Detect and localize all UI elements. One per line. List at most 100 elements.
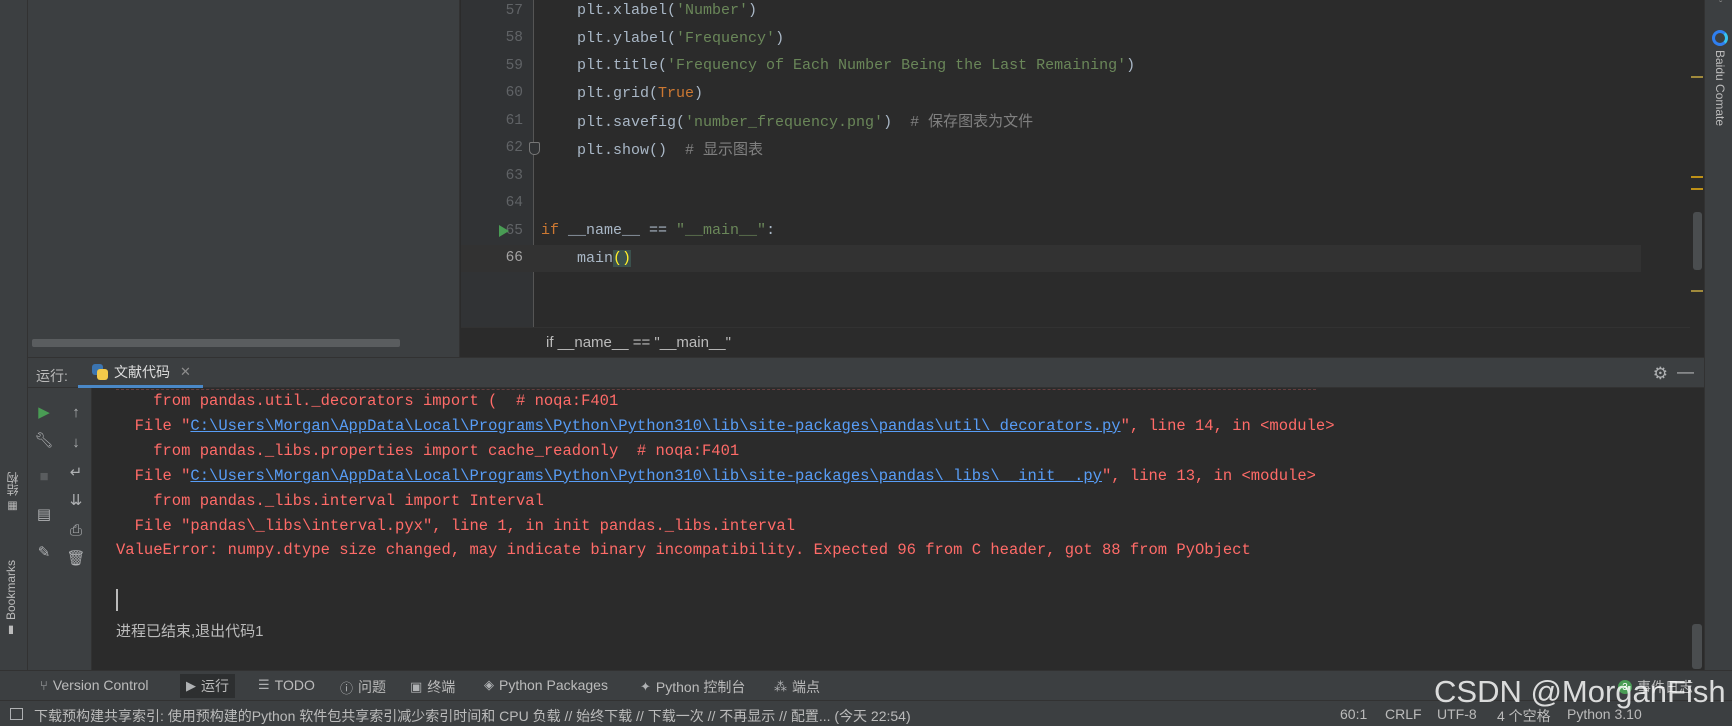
tool-todo[interactable]: ☰ TODO bbox=[258, 677, 315, 693]
print-icon[interactable]: ⎙ bbox=[66, 520, 86, 540]
code-text[interactable]: main() bbox=[541, 249, 632, 267]
minimize-icon[interactable]: — bbox=[1677, 362, 1694, 382]
tool-endpoints[interactable]: ⁂ 端点 bbox=[774, 677, 820, 697]
breadcrumb: if __name__ == "__main__" bbox=[461, 327, 1704, 357]
pin-icon[interactable]: ✎ bbox=[34, 542, 54, 562]
console-line: File "C:\Users\Morgan\AppData\Local\Prog… bbox=[116, 416, 1335, 435]
code-text[interactable]: plt.title('Frequency of Each Number Bein… bbox=[541, 57, 1135, 74]
code-line[interactable]: 61 plt.savefig('number_frequency.png') #… bbox=[461, 107, 1641, 134]
editor-marker-bar[interactable] bbox=[1690, 0, 1704, 357]
line-number[interactable]: 60 bbox=[461, 85, 523, 101]
stop-icon[interactable]: ■ bbox=[34, 466, 54, 486]
soft-wrap-icon[interactable]: ↵ bbox=[66, 462, 86, 482]
list-icon: ☰ bbox=[258, 677, 270, 692]
code-line[interactable]: 59 plt.title('Frequency of Each Number B… bbox=[461, 52, 1641, 79]
arrow-down-icon[interactable]: ↓ bbox=[66, 432, 86, 452]
python-icon bbox=[92, 363, 108, 380]
code-line[interactable]: 62 plt.show() # 显示图表 bbox=[461, 135, 1641, 162]
line-number[interactable]: 66 bbox=[461, 250, 523, 266]
left-tool-strip: ▦ 结构 ▮ Bookmarks bbox=[0, 0, 28, 696]
fold-icon[interactable] bbox=[529, 141, 540, 155]
layers-icon: ◈ bbox=[484, 677, 494, 692]
code-text[interactable]: plt.show() # 显示图表 bbox=[541, 138, 763, 159]
python-console-icon: ✦ bbox=[640, 679, 651, 694]
console-line: from pandas.util._decorators import ( # … bbox=[116, 392, 619, 410]
code-editor[interactable]: 57 plt.xlabel('Number') 58 plt.ylabel('Fr… bbox=[461, 0, 1704, 327]
bookmarks-tab[interactable]: ▮ Bookmarks bbox=[4, 560, 18, 637]
line-number[interactable]: 61 bbox=[461, 113, 523, 129]
status-message[interactable]: 下载预构建共享索引: 使用预构建的Python 软件包共享索引减少索引时间和 C… bbox=[34, 706, 911, 726]
console-line: ValueError: numpy.dtype size changed, ma… bbox=[116, 541, 1251, 560]
tool-terminal[interactable]: ▣ 终端 bbox=[410, 677, 455, 697]
file-path-link[interactable]: C:\Users\Morgan\AppData\Local\Programs\P… bbox=[190, 467, 1102, 485]
gear-icon[interactable]: ⚙ bbox=[1653, 364, 1668, 384]
run-config-tab[interactable]: 文献代码 ✕ bbox=[78, 358, 203, 388]
caret-position[interactable]: 60:1 bbox=[1340, 706, 1367, 722]
tool-python-console[interactable]: ✦ Python 控制台 bbox=[640, 677, 745, 697]
structure-tab-label: 结构 bbox=[6, 472, 20, 496]
code-line[interactable]: 64 bbox=[461, 190, 1641, 217]
run-panel-label: 运行: bbox=[36, 368, 68, 384]
code-text[interactable]: plt.grid(True) bbox=[541, 85, 703, 102]
tool-problems[interactable]: ⓘ 问题 bbox=[340, 677, 386, 697]
file-path-link[interactable]: C:\Users\Morgan\AppData\Local\Programs\P… bbox=[190, 417, 1120, 435]
tool-python-packages[interactable]: ◈ Python Packages bbox=[484, 677, 608, 693]
line-number[interactable]: 58 bbox=[461, 30, 523, 46]
code-text[interactable]: plt.ylabel('Frequency') bbox=[541, 30, 784, 47]
play-icon: ▶ bbox=[186, 678, 196, 693]
tool-run-label: 运行 bbox=[201, 678, 229, 694]
wrench-icon[interactable]: 🔧︎ bbox=[34, 430, 54, 450]
run-toolbar-secondary: ↑ ↓ ↵ ⇊ ⎙ 🗑︎ bbox=[60, 388, 92, 670]
code-text[interactable]: if __name__ == "__main__": bbox=[541, 222, 775, 239]
tool-run[interactable]: ▶ 运行 bbox=[180, 674, 235, 698]
project-horizontal-scrollbar[interactable] bbox=[32, 339, 400, 347]
console-scroll-thumb[interactable] bbox=[1692, 624, 1702, 669]
line-number[interactable]: 64 bbox=[461, 195, 523, 211]
code-line[interactable]: 63 bbox=[461, 162, 1641, 189]
run-gutter-icon[interactable] bbox=[499, 224, 509, 237]
line-number[interactable]: 63 bbox=[461, 168, 523, 184]
code-line[interactable]: 65 if __name__ == "__main__": bbox=[461, 217, 1641, 244]
code-text[interactable]: plt.xlabel('Number') bbox=[541, 2, 757, 19]
code-line[interactable]: 60 plt.grid(True) bbox=[461, 80, 1641, 107]
run-console[interactable]: from pandas.util._decorators import ( # … bbox=[93, 388, 1690, 670]
endpoints-icon: ⁂ bbox=[774, 679, 787, 694]
console-line: from pandas._libs.interval import Interv… bbox=[116, 491, 544, 510]
code-line[interactable]: 58 plt.ylabel('Frequency') bbox=[461, 25, 1641, 52]
line-number[interactable]: 59 bbox=[461, 58, 523, 74]
editor-scroll-thumb[interactable] bbox=[1693, 212, 1702, 270]
code-line[interactable]: 66 main() bbox=[461, 244, 1641, 272]
scroll-to-end-icon[interactable]: ⇊ bbox=[66, 490, 86, 510]
warning-marker[interactable] bbox=[1691, 176, 1703, 178]
warning-marker[interactable] bbox=[1691, 76, 1703, 78]
baidu-comate-tab[interactable]: Baidu Comate bbox=[1712, 30, 1728, 126]
rerun-icon[interactable]: ▶ bbox=[34, 402, 54, 422]
arrow-up-icon[interactable]: ↑ bbox=[66, 402, 86, 422]
line-number[interactable]: 57 bbox=[461, 3, 523, 19]
console-line: from pandas._libs.properties import cach… bbox=[116, 441, 740, 460]
code-line[interactable]: 57 plt.xlabel('Number') bbox=[461, 0, 1641, 24]
tool-python-console-label: Python 控制台 bbox=[655, 679, 746, 695]
bookmarks-tab-label: Bookmarks bbox=[4, 560, 18, 621]
tool-terminal-label: 终端 bbox=[427, 679, 456, 695]
layout-icon[interactable]: ▤ bbox=[34, 504, 54, 524]
line-number[interactable]: 65 bbox=[461, 223, 523, 239]
process-exit-message: 进程已结束,退出代码1 bbox=[116, 623, 264, 640]
code-text[interactable]: plt.savefig('number_frequency.png') # 保存… bbox=[541, 110, 1033, 131]
structure-tab[interactable]: ▦ 结构 bbox=[4, 472, 21, 513]
line-separator[interactable]: CRLF bbox=[1385, 706, 1422, 722]
run-panel-header: 运行: 文献代码 ✕ ⚙ — bbox=[28, 357, 1704, 388]
right-tool-strip: ˇ Baidu Comate bbox=[1704, 0, 1732, 696]
tool-version-control[interactable]: ⑂ Version Control bbox=[40, 677, 149, 693]
window-layout-icon[interactable] bbox=[10, 708, 23, 720]
line-number[interactable]: 62 bbox=[461, 140, 523, 156]
run-toolbar-primary: ▶ 🔧︎ ■ ▤ ✎ bbox=[28, 388, 60, 670]
structure-icon: ▦ bbox=[7, 500, 19, 513]
breadcrumb-item[interactable]: if __name__ == "__main__" bbox=[546, 334, 731, 351]
close-icon[interactable]: ✕ bbox=[180, 364, 191, 380]
warning-marker[interactable] bbox=[1691, 290, 1703, 292]
bookmark-icon: ▮ bbox=[5, 624, 18, 638]
warning-marker[interactable] bbox=[1691, 188, 1703, 190]
console-line: File "pandas\_libs\interval.pyx", line 1… bbox=[116, 516, 796, 535]
trash-icon[interactable]: 🗑︎ bbox=[66, 548, 86, 568]
